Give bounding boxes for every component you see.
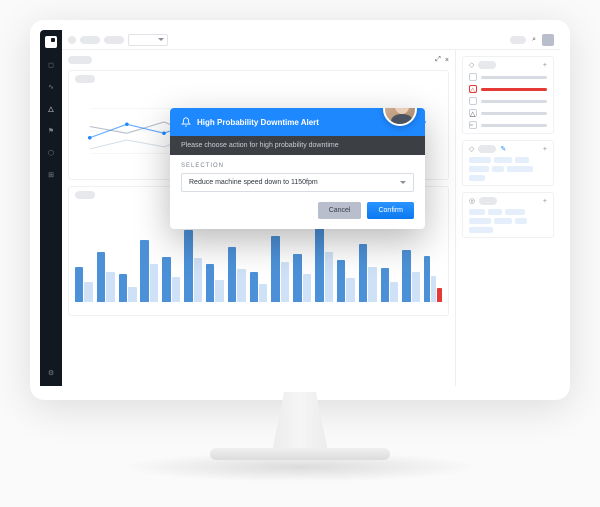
selection-label: SELECTION xyxy=(181,163,414,169)
app-logo-icon xyxy=(45,36,57,48)
nav-chart[interactable]: ⬡ xyxy=(44,146,58,160)
alerts-panel: ◇ + △ △ ▫ xyxy=(462,56,554,134)
chat-icon: ◇ xyxy=(469,61,474,69)
topbar: ⌕ xyxy=(62,30,560,50)
add-icon[interactable]: + xyxy=(543,198,547,205)
bell-icon xyxy=(181,117,191,127)
chevron-down-icon xyxy=(400,181,406,184)
selection-value: Reduce machine speed down to 1150fpm xyxy=(189,179,318,186)
tag-icon: ◇ xyxy=(469,145,474,153)
list-item[interactable]: ▫ xyxy=(469,121,547,129)
list-item[interactable] xyxy=(469,97,547,105)
add-icon[interactable]: + xyxy=(543,146,547,153)
search-icon[interactable]: ⌕ xyxy=(532,36,536,44)
nav-link[interactable]: ∿ xyxy=(44,80,58,94)
topbar-chip[interactable] xyxy=(510,36,526,44)
pin-icon: ◎ xyxy=(469,197,475,205)
add-icon[interactable]: + xyxy=(543,62,547,69)
nav-flag[interactable]: ⚑ xyxy=(44,124,58,138)
list-item[interactable] xyxy=(469,73,547,81)
page-title xyxy=(68,56,92,64)
user-avatar[interactable] xyxy=(542,34,554,46)
cancel-button[interactable]: Cancel xyxy=(318,202,362,219)
sidebar: ◻ ∿ △ ⚑ ⬡ ⊞ ⚙ xyxy=(40,30,62,386)
nav-settings[interactable]: ⚙ xyxy=(44,366,58,380)
list-item[interactable]: △ xyxy=(469,85,547,93)
downtime-alert-modal: High Probability Downtime Alert Please c… xyxy=(170,108,425,229)
breadcrumb xyxy=(80,36,100,44)
operator-avatar xyxy=(383,108,417,126)
confirm-button[interactable]: Confirm xyxy=(367,202,414,219)
close-icon[interactable]: × xyxy=(445,57,449,64)
edit-icon[interactable]: ✎ xyxy=(500,145,506,153)
list-item[interactable]: △ xyxy=(469,109,547,117)
menu-icon[interactable] xyxy=(68,36,76,44)
nav-alerts[interactable]: △ xyxy=(44,102,58,116)
right-column: ◇ + △ △ ▫ xyxy=(455,50,560,386)
tags-panel-2: ◎+ xyxy=(462,192,554,238)
nav-grid[interactable]: ⊞ xyxy=(44,168,58,182)
nav-home[interactable]: ◻ xyxy=(44,58,58,72)
tags-panel-1: ◇ ✎ + xyxy=(462,140,554,186)
expand-icon[interactable]: ⤢ xyxy=(435,56,441,64)
action-select[interactable]: Reduce machine speed down to 1150fpm xyxy=(181,173,414,192)
breadcrumb xyxy=(104,36,124,44)
modal-title: High Probability Downtime Alert xyxy=(197,118,319,127)
modal-subtitle: Please choose action for high probabilit… xyxy=(170,136,425,155)
context-select[interactable] xyxy=(128,34,168,46)
